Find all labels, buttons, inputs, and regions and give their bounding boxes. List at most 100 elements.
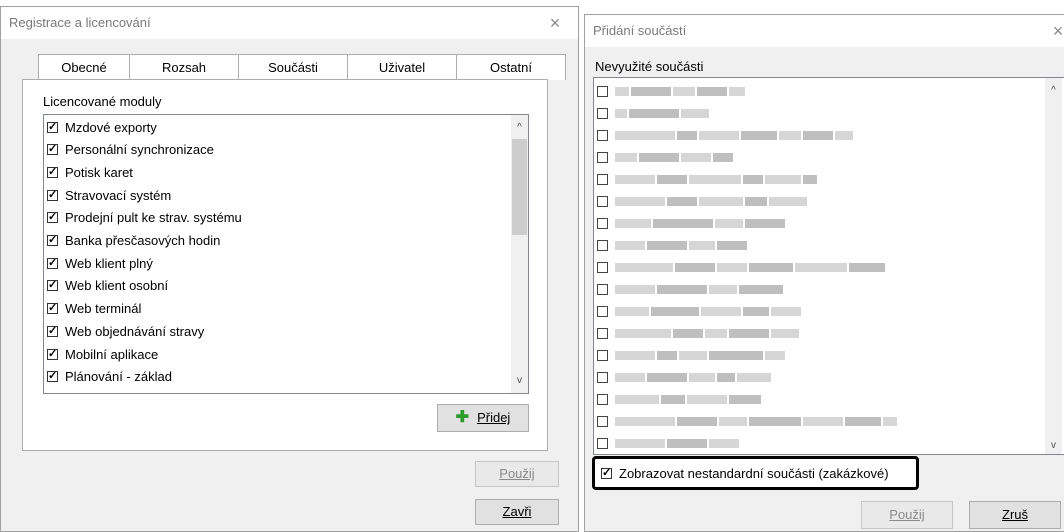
module-item[interactable]: Stravovací systém [47,184,171,206]
component-item[interactable] [597,344,787,366]
module-item[interactable]: Potisk karet [47,161,133,183]
module-checkbox[interactable] [47,256,58,270]
redacted-text [615,350,655,360]
redacted-text [803,130,833,140]
component-item[interactable] [597,410,899,432]
scroll-up-icon[interactable]: ^ [511,119,528,136]
module-checkbox[interactable] [47,369,58,383]
module-checkbox[interactable] [47,278,58,292]
module-item[interactable]: Personální synchronizace [47,139,214,161]
scrollbar[interactable]: ^ v [511,115,528,393]
redacted-text [667,438,707,448]
module-checkbox[interactable] [47,142,58,156]
component-checkbox[interactable] [597,129,608,141]
cancel-button[interactable]: Zruš [969,501,1061,529]
redacted-text [719,416,747,426]
module-item[interactable]: Web klient plný [47,252,153,274]
module-label: Prodejní pult ke strav. systému [65,210,242,226]
component-checkbox[interactable] [597,349,608,361]
module-checkbox[interactable] [47,188,58,202]
module-checkbox[interactable] [47,165,58,179]
redacted-text [705,328,727,338]
title-bar: Registrace a licencování × [1,7,578,40]
add-button[interactable]: ✚ Přidej [437,404,529,432]
component-checkbox[interactable] [597,437,608,449]
component-item[interactable] [597,256,887,278]
module-item[interactable]: Banka přesčasových hodin [47,230,220,252]
scrollbar[interactable]: ^ v [1045,78,1062,454]
component-checkbox[interactable] [597,261,608,273]
module-checkbox[interactable] [47,301,58,315]
module-item[interactable]: Web klient osobní [47,275,168,297]
redacted-text [769,196,807,206]
redacted-text [689,240,715,250]
tab-ostatni[interactable]: Ostatní [456,54,566,80]
component-checkbox[interactable] [597,415,608,427]
licensed-modules-list[interactable]: Mzdové exporty Personální synchronizace Po… [43,114,529,394]
apply-button[interactable]: Použij [475,461,559,487]
component-item[interactable] [597,168,819,190]
component-checkbox[interactable] [597,393,608,405]
component-checkbox[interactable] [597,195,608,207]
dialog-title: Přidání součástí [593,23,687,38]
redacted-text [709,350,763,360]
component-item[interactable] [597,278,785,300]
module-checkbox[interactable] [47,120,58,134]
module-item[interactable]: Web terminál [47,298,141,320]
scroll-down-icon[interactable]: v [511,372,528,389]
scroll-track[interactable] [1046,102,1061,432]
cancel-button-label: Zruš [1002,507,1028,522]
close-icon[interactable]: × [540,10,570,36]
redacted-text [849,262,885,272]
component-item[interactable] [597,300,803,322]
component-checkbox[interactable] [597,305,608,317]
module-label: Potisk karet [65,164,133,180]
component-checkbox[interactable] [597,327,608,339]
list-label: Licencované moduly [43,94,162,109]
component-checkbox[interactable] [597,151,608,163]
close-button[interactable]: Zavři [475,499,559,525]
component-checkbox[interactable] [597,217,608,229]
redacted-text [615,130,675,140]
module-item[interactable]: Web objednávání stravy [47,320,204,342]
component-item[interactable] [597,322,801,344]
module-checkbox[interactable] [47,347,58,361]
close-icon[interactable]: × [1043,18,1064,44]
show-nonstandard-checkbox[interactable] [601,466,612,480]
component-checkbox[interactable] [597,173,608,185]
scroll-down-icon[interactable]: v [1045,437,1062,454]
module-item[interactable]: Prodejní pult ke strav. systému [47,207,242,229]
unused-components-list[interactable]: ^ v [593,77,1064,455]
component-item[interactable] [597,80,747,102]
scroll-thumb[interactable] [512,139,527,235]
module-item[interactable]: Mzdové exporty [47,116,157,138]
module-checkbox[interactable] [47,210,58,224]
show-nonstandard-checkbox-row[interactable]: Zobrazovat nestandardní součásti (zakázk… [601,462,889,484]
component-item[interactable] [597,366,773,388]
scroll-up-icon[interactable]: ^ [1045,82,1062,99]
tab-uzivatel[interactable]: Uživatel [347,54,457,80]
tab-soucasti[interactable]: Součásti [238,54,348,80]
component-item[interactable] [597,234,749,256]
component-checkbox[interactable] [597,107,608,119]
redacted-text [709,284,737,294]
component-checkbox[interactable] [597,85,608,97]
module-item[interactable]: Mobilní aplikace [47,343,158,365]
tab-obecne[interactable]: Obecné [38,54,130,80]
component-checkbox[interactable] [597,239,608,251]
component-item[interactable] [597,190,809,212]
component-item[interactable] [597,146,735,168]
component-item[interactable] [597,388,763,410]
apply-button[interactable]: Použij [861,501,953,529]
tab-rozsah[interactable]: Rozsah [129,54,239,80]
component-checkbox[interactable] [597,371,608,383]
component-checkbox[interactable] [597,283,608,295]
module-item[interactable]: Plánování - základ [47,366,172,388]
component-item[interactable] [597,212,787,234]
redacted-text [749,262,793,272]
module-checkbox[interactable] [47,233,58,247]
module-checkbox[interactable] [47,324,58,338]
component-item[interactable] [597,432,741,454]
component-item[interactable] [597,124,855,146]
component-item[interactable] [597,102,711,124]
